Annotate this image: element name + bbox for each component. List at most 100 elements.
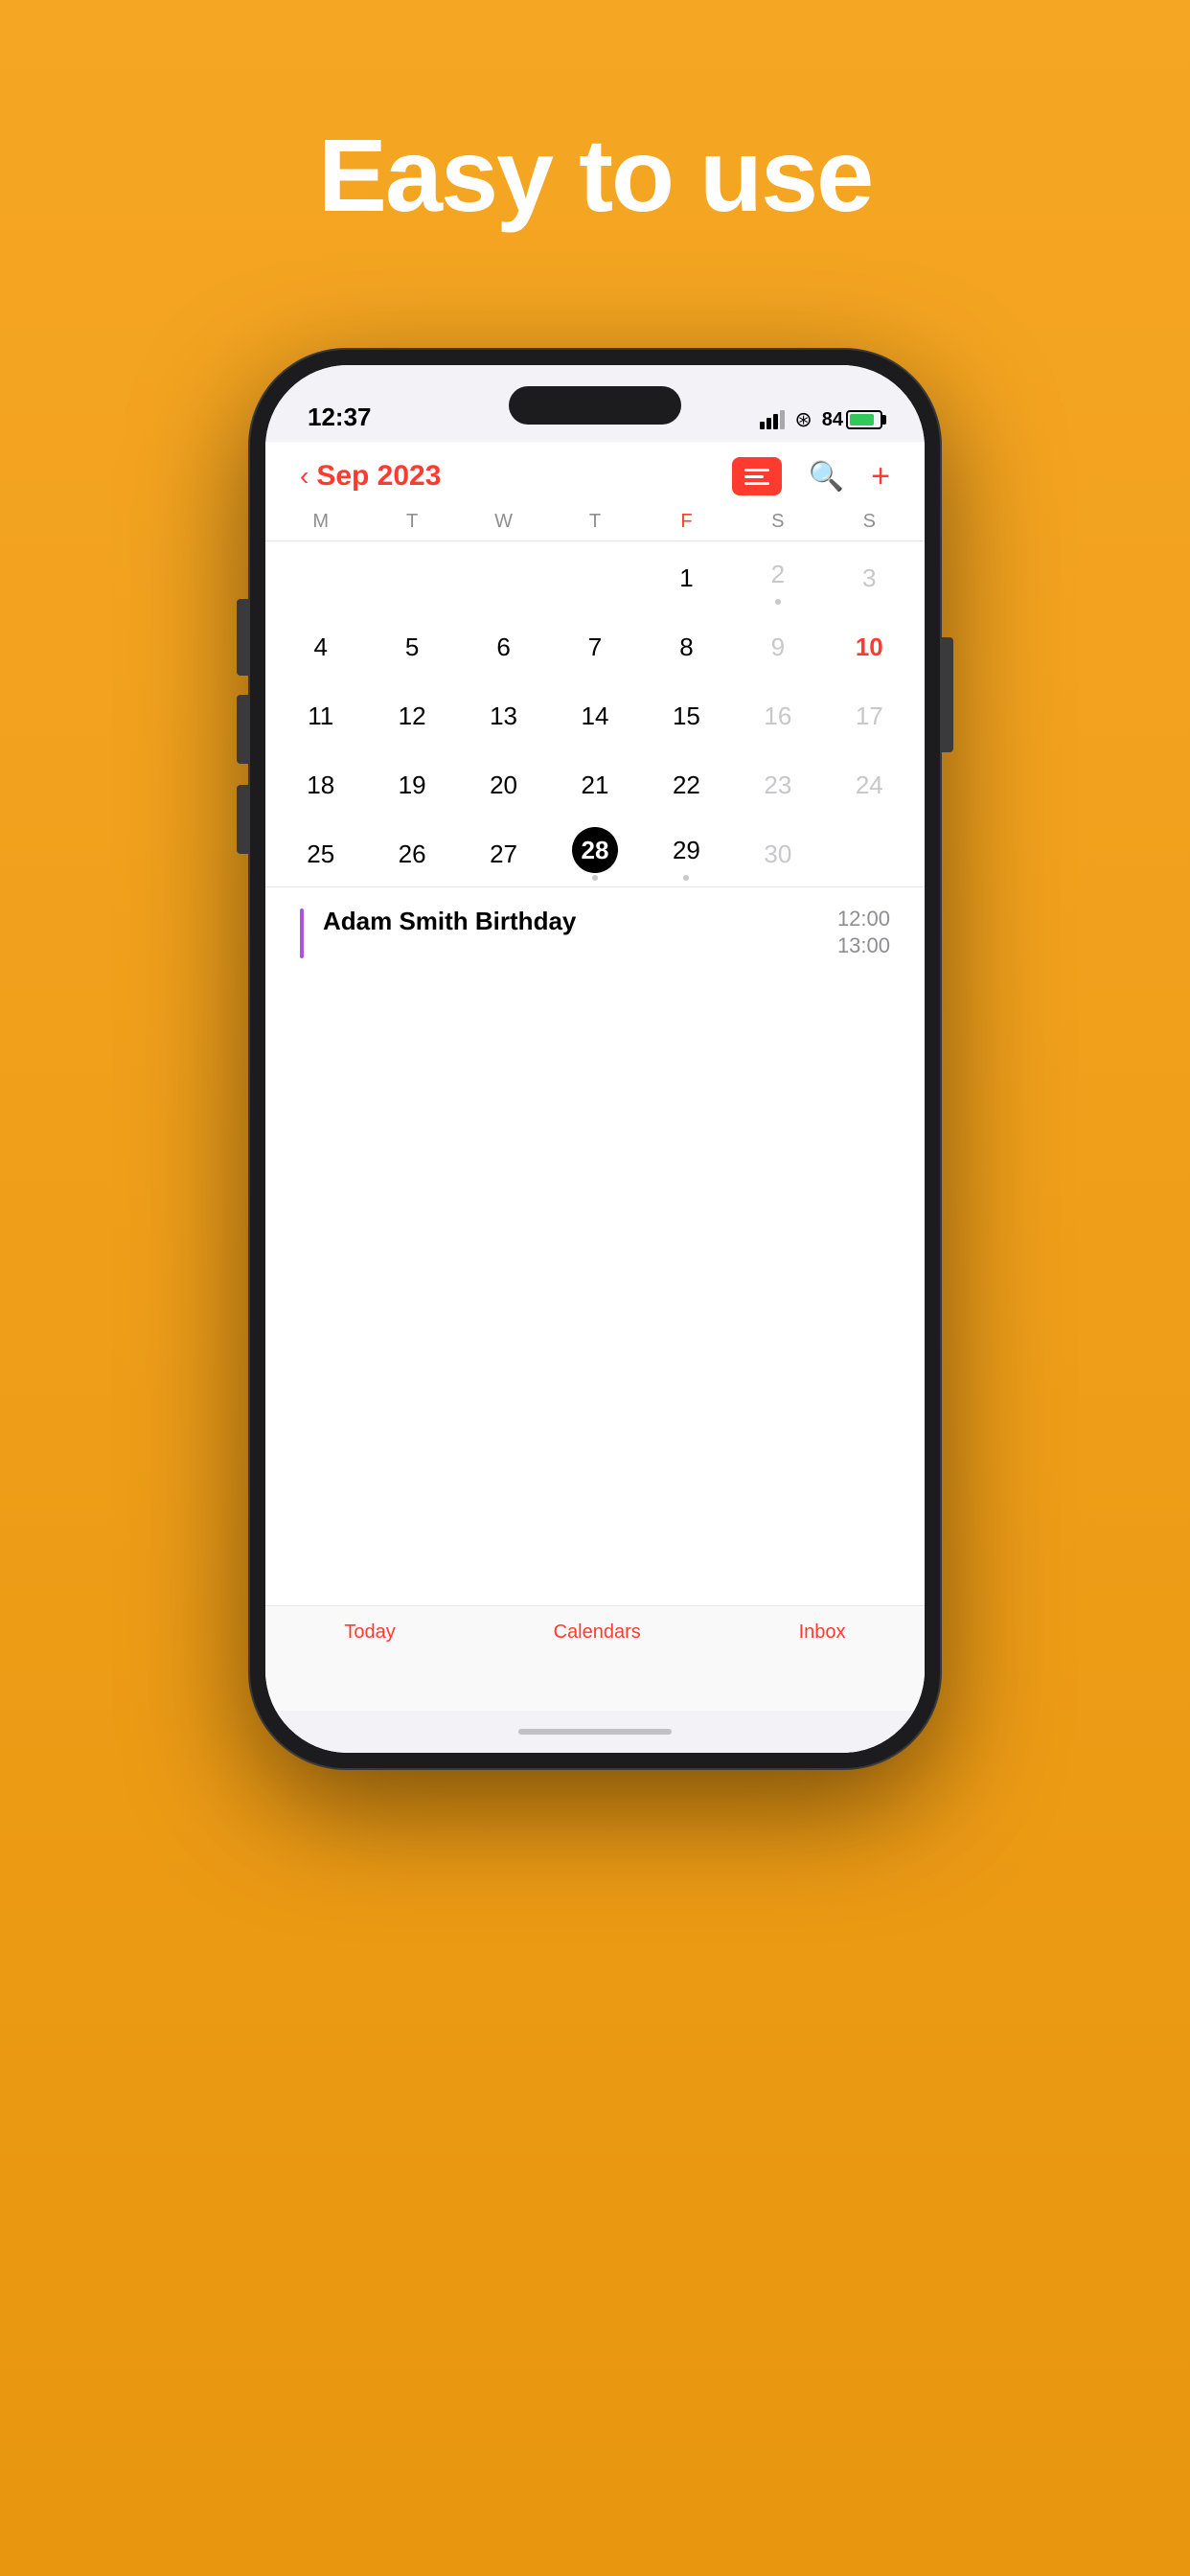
cal-cell-17[interactable]: 17 bbox=[824, 679, 915, 748]
day-number: 21 bbox=[572, 762, 618, 808]
day-number: 13 bbox=[481, 693, 527, 739]
day-number: 5 bbox=[389, 624, 435, 670]
wifi-icon: ⊛ bbox=[794, 407, 812, 432]
list-icon bbox=[744, 469, 769, 485]
cal-cell-11[interactable]: 11 bbox=[275, 679, 366, 748]
cal-cell-13[interactable]: 13 bbox=[458, 679, 549, 748]
day-number: 3 bbox=[846, 555, 892, 601]
day-number: 2 bbox=[755, 551, 801, 597]
cal-cell-28[interactable]: 28 bbox=[549, 817, 640, 886]
day-number: 22 bbox=[663, 762, 709, 808]
day-number: 18 bbox=[298, 762, 344, 808]
day-number: 6 bbox=[481, 624, 527, 670]
dow-thu: T bbox=[549, 503, 640, 540]
cal-cell-6[interactable]: 6 bbox=[458, 610, 549, 679]
event-item[interactable]: Adam Smith Birthday 12:00 13:00 bbox=[300, 907, 890, 958]
cal-cell-8[interactable]: 8 bbox=[641, 610, 732, 679]
cal-cell-25[interactable]: 25 bbox=[275, 817, 366, 886]
cal-cell-7[interactable]: 7 bbox=[549, 610, 640, 679]
cal-cell-19[interactable]: 19 bbox=[366, 748, 457, 817]
day-number: 27 bbox=[481, 831, 527, 877]
day-number: 30 bbox=[755, 831, 801, 877]
day-number: 11 bbox=[298, 693, 344, 739]
cal-cell-29[interactable]: 29 bbox=[641, 817, 732, 886]
event-times: 12:00 13:00 bbox=[837, 907, 890, 958]
cal-cell-4[interactable]: 4 bbox=[275, 610, 366, 679]
cal-cell-21[interactable]: 21 bbox=[549, 748, 640, 817]
day-number: 25 bbox=[298, 831, 344, 877]
tab-bar: Today Calendars Inbox bbox=[265, 1605, 925, 1711]
phone-mockup: 12:37 ⊛ 84 ‹ Sep 2023 bbox=[250, 350, 940, 1768]
day-number: 23 bbox=[755, 762, 801, 808]
tab-calendars-label: Calendars bbox=[554, 1622, 641, 1644]
cal-cell-3[interactable]: 3 bbox=[824, 541, 915, 610]
event-area: Adam Smith Birthday 12:00 13:00 bbox=[265, 887, 925, 1605]
tab-today[interactable]: Today bbox=[344, 1622, 395, 1644]
phone-screen: 12:37 ⊛ 84 ‹ Sep 2023 bbox=[265, 365, 925, 1753]
cal-cell-1[interactable]: 1 bbox=[641, 541, 732, 610]
battery-fill bbox=[850, 414, 874, 426]
cal-cell-2[interactable]: 2 bbox=[732, 541, 823, 610]
calendar-header: ‹ Sep 2023 🔍 + bbox=[265, 442, 925, 503]
event-dot bbox=[683, 875, 689, 881]
cal-cell-12[interactable]: 12 bbox=[366, 679, 457, 748]
day-number: 7 bbox=[572, 624, 618, 670]
battery-indicator: 84 bbox=[822, 409, 882, 431]
day-number: 10 bbox=[846, 624, 892, 670]
cal-cell-26[interactable]: 26 bbox=[366, 817, 457, 886]
tab-inbox-label: Inbox bbox=[799, 1622, 846, 1644]
calendar-grid: 1 2 3 4 5 6 bbox=[265, 541, 925, 886]
home-indicator-bar bbox=[518, 1729, 672, 1735]
page-headline: Easy to use bbox=[318, 115, 872, 235]
cal-cell-14[interactable]: 14 bbox=[549, 679, 640, 748]
day-number: 14 bbox=[572, 693, 618, 739]
day-number: 24 bbox=[846, 762, 892, 808]
month-navigation[interactable]: ‹ Sep 2023 bbox=[300, 460, 441, 493]
cal-cell-30[interactable]: 30 bbox=[732, 817, 823, 886]
add-event-icon[interactable]: + bbox=[871, 458, 890, 495]
cal-cell-10[interactable]: 10 bbox=[824, 610, 915, 679]
dow-sun: S bbox=[824, 503, 915, 540]
cal-cell-16[interactable]: 16 bbox=[732, 679, 823, 748]
tab-inbox[interactable]: Inbox bbox=[799, 1622, 846, 1644]
day-number: 8 bbox=[663, 624, 709, 670]
status-time: 12:37 bbox=[308, 402, 372, 432]
volume-down-button bbox=[237, 785, 250, 854]
event-title: Adam Smith Birthday bbox=[323, 907, 818, 936]
day-number: 20 bbox=[481, 762, 527, 808]
cal-cell-empty2 bbox=[366, 541, 457, 610]
cal-cell-22[interactable]: 22 bbox=[641, 748, 732, 817]
event-time-start: 12:00 bbox=[837, 907, 890, 932]
tab-today-label: Today bbox=[344, 1622, 395, 1644]
cal-cell-23[interactable]: 23 bbox=[732, 748, 823, 817]
tab-calendars[interactable]: Calendars bbox=[554, 1622, 641, 1644]
calendar-actions: 🔍 + bbox=[732, 457, 890, 495]
day-number: 26 bbox=[389, 831, 435, 877]
event-dot bbox=[775, 599, 781, 605]
cal-cell-5[interactable]: 5 bbox=[366, 610, 457, 679]
event-time-end: 13:00 bbox=[837, 933, 890, 958]
battery-icon bbox=[846, 410, 882, 429]
cal-cell-24[interactable]: 24 bbox=[824, 748, 915, 817]
dynamic-island bbox=[509, 386, 681, 425]
dow-mon: M bbox=[275, 503, 366, 540]
event-dot bbox=[592, 875, 598, 881]
battery-percent: 84 bbox=[822, 409, 843, 431]
cal-cell-empty4 bbox=[549, 541, 640, 610]
search-icon[interactable]: 🔍 bbox=[809, 460, 844, 494]
cal-cell-27[interactable]: 27 bbox=[458, 817, 549, 886]
back-arrow-icon[interactable]: ‹ bbox=[300, 461, 309, 492]
month-label[interactable]: Sep 2023 bbox=[316, 460, 441, 493]
cal-cell-empty5 bbox=[824, 817, 915, 886]
cal-cell-18[interactable]: 18 bbox=[275, 748, 366, 817]
day-number: 12 bbox=[389, 693, 435, 739]
cal-cell-15[interactable]: 15 bbox=[641, 679, 732, 748]
list-view-button[interactable] bbox=[732, 457, 782, 495]
day-number: 19 bbox=[389, 762, 435, 808]
days-of-week: M T W T F S S bbox=[265, 503, 925, 541]
day-number: 17 bbox=[846, 693, 892, 739]
day-number: 16 bbox=[755, 693, 801, 739]
dow-sat: S bbox=[732, 503, 823, 540]
cal-cell-9[interactable]: 9 bbox=[732, 610, 823, 679]
cal-cell-20[interactable]: 20 bbox=[458, 748, 549, 817]
